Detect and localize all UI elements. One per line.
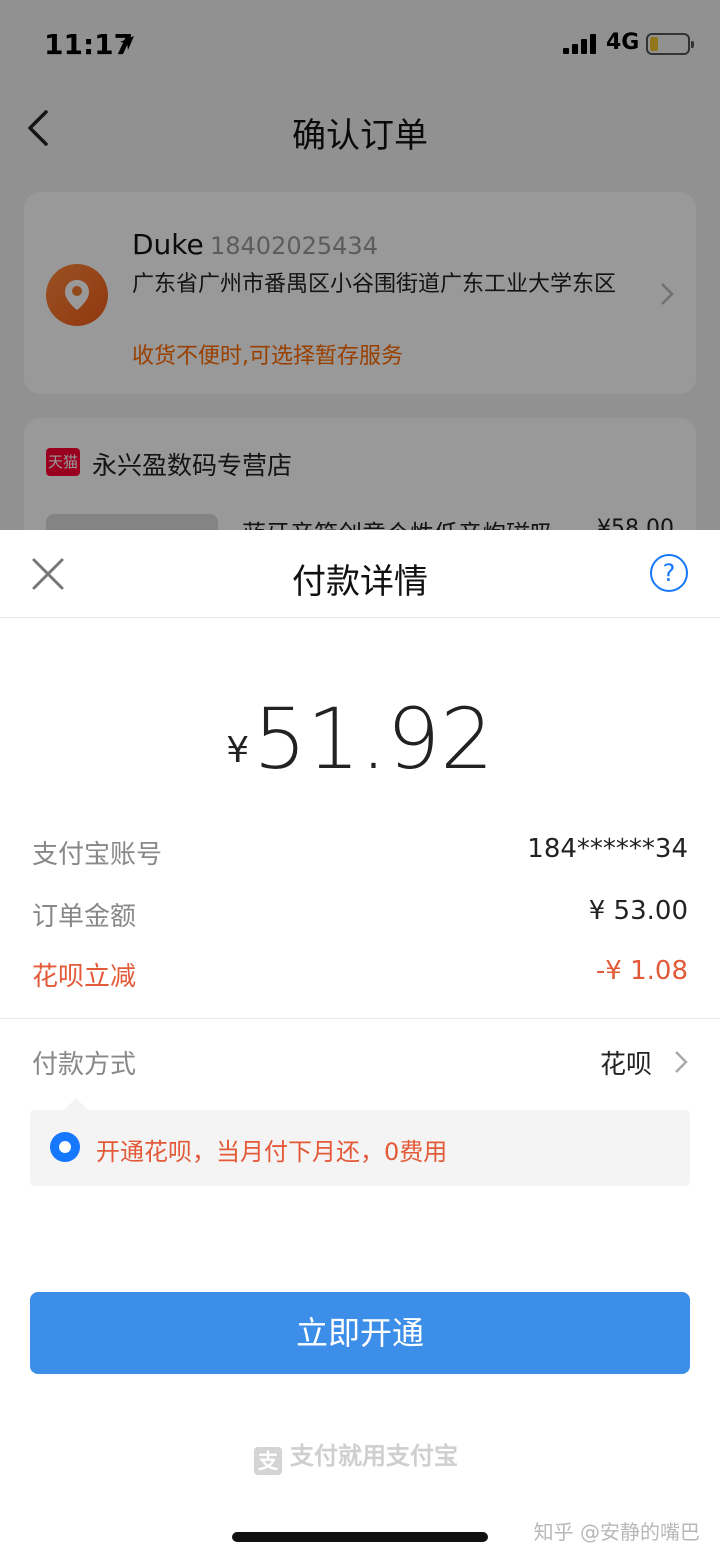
sheet-header: 付款详情 ? <box>0 530 720 618</box>
payment-method-row[interactable]: 付款方式 花呗 <box>32 1044 688 1084</box>
alipay-brand: 支支付就用支付宝 <box>254 1436 458 1475</box>
chevron-right-icon <box>675 1051 688 1073</box>
row-label: 花呗立减 <box>32 962 137 992</box>
payment-method-value: 花呗 <box>599 1050 652 1080</box>
huabei-discount-row: 花呗立减 -¥ 1.08 <box>32 956 688 996</box>
row-value: -¥ 1.08 <box>595 956 688 986</box>
payment-method-label: 付款方式 <box>32 1050 137 1080</box>
row-label: 支付宝账号 <box>32 840 163 870</box>
help-icon[interactable]: ? <box>650 554 688 592</box>
activate-now-button[interactable]: 立即开通 <box>30 1292 690 1374</box>
row-value: ¥ 53.00 <box>588 896 688 926</box>
divider <box>0 1018 720 1019</box>
payment-amount: ¥51.92 <box>0 690 720 788</box>
sheet-title: 付款详情 <box>292 562 428 602</box>
home-indicator <box>232 1532 488 1542</box>
brand-text: 支付就用支付宝 <box>290 1442 458 1470</box>
huabei-icon <box>50 1132 80 1162</box>
amount-currency: ¥ <box>226 730 250 771</box>
alipay-icon: 支 <box>254 1447 282 1475</box>
row-label: 订单金额 <box>32 902 137 932</box>
alipay-account-row: 支付宝账号 184******34 <box>32 834 688 874</box>
order-amount-row: 订单金额 ¥ 53.00 <box>32 896 688 936</box>
amount-value: 51.92 <box>253 690 494 788</box>
watermark: 知乎 @安静的嘴巴 <box>533 1520 700 1544</box>
promo-text: 开通花呗，当月付下月还，0费用 <box>96 1138 448 1166</box>
row-value: 184******34 <box>527 834 688 864</box>
payment-sheet: 付款详情 ? ¥51.92 支付宝账号 184******34 订单金额 ¥ 5… <box>0 530 720 1559</box>
huabei-promo-banner: 开通花呗，当月付下月还，0费用 <box>30 1098 690 1186</box>
